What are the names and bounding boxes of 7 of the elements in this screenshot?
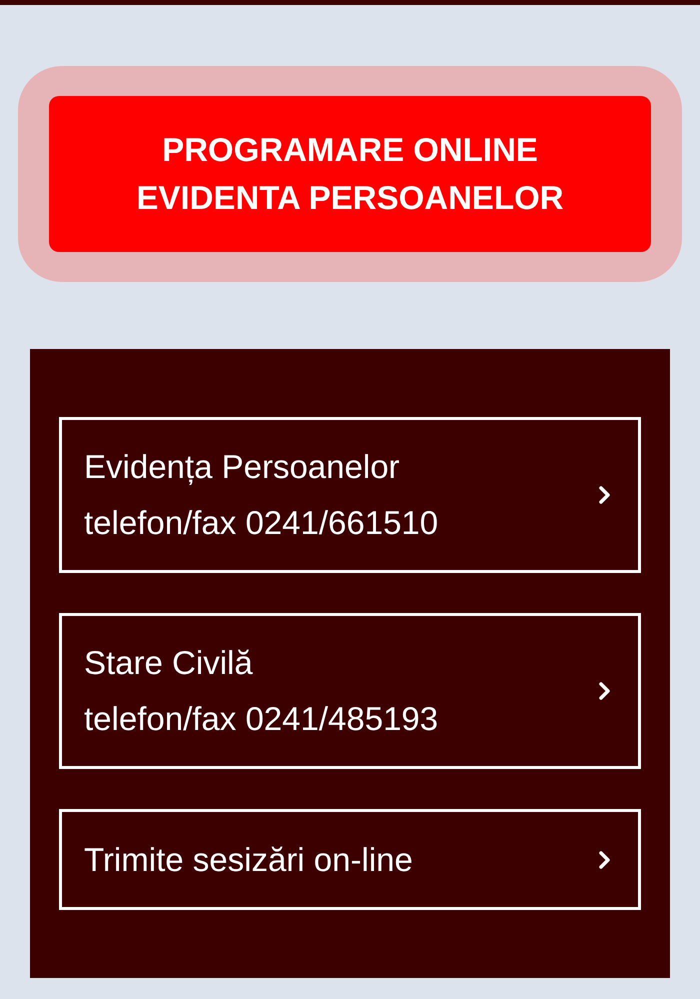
contact-link[interactable]: Stare Civilă telefon/fax 0241/485193 <box>59 613 641 769</box>
chevron-right-icon <box>598 485 612 505</box>
chevron-right-icon <box>598 850 612 870</box>
contact-link[interactable]: Trimite sesizări on-line <box>59 809 641 910</box>
chevron-right-icon <box>598 681 612 701</box>
online-appointment-button[interactable]: PROGRAMARE ONLINE EVIDENTA PERSOANELOR <box>49 96 651 252</box>
contact-link[interactable]: Evidența Persoanelor telefon/fax 0241/661510 <box>59 417 641 573</box>
